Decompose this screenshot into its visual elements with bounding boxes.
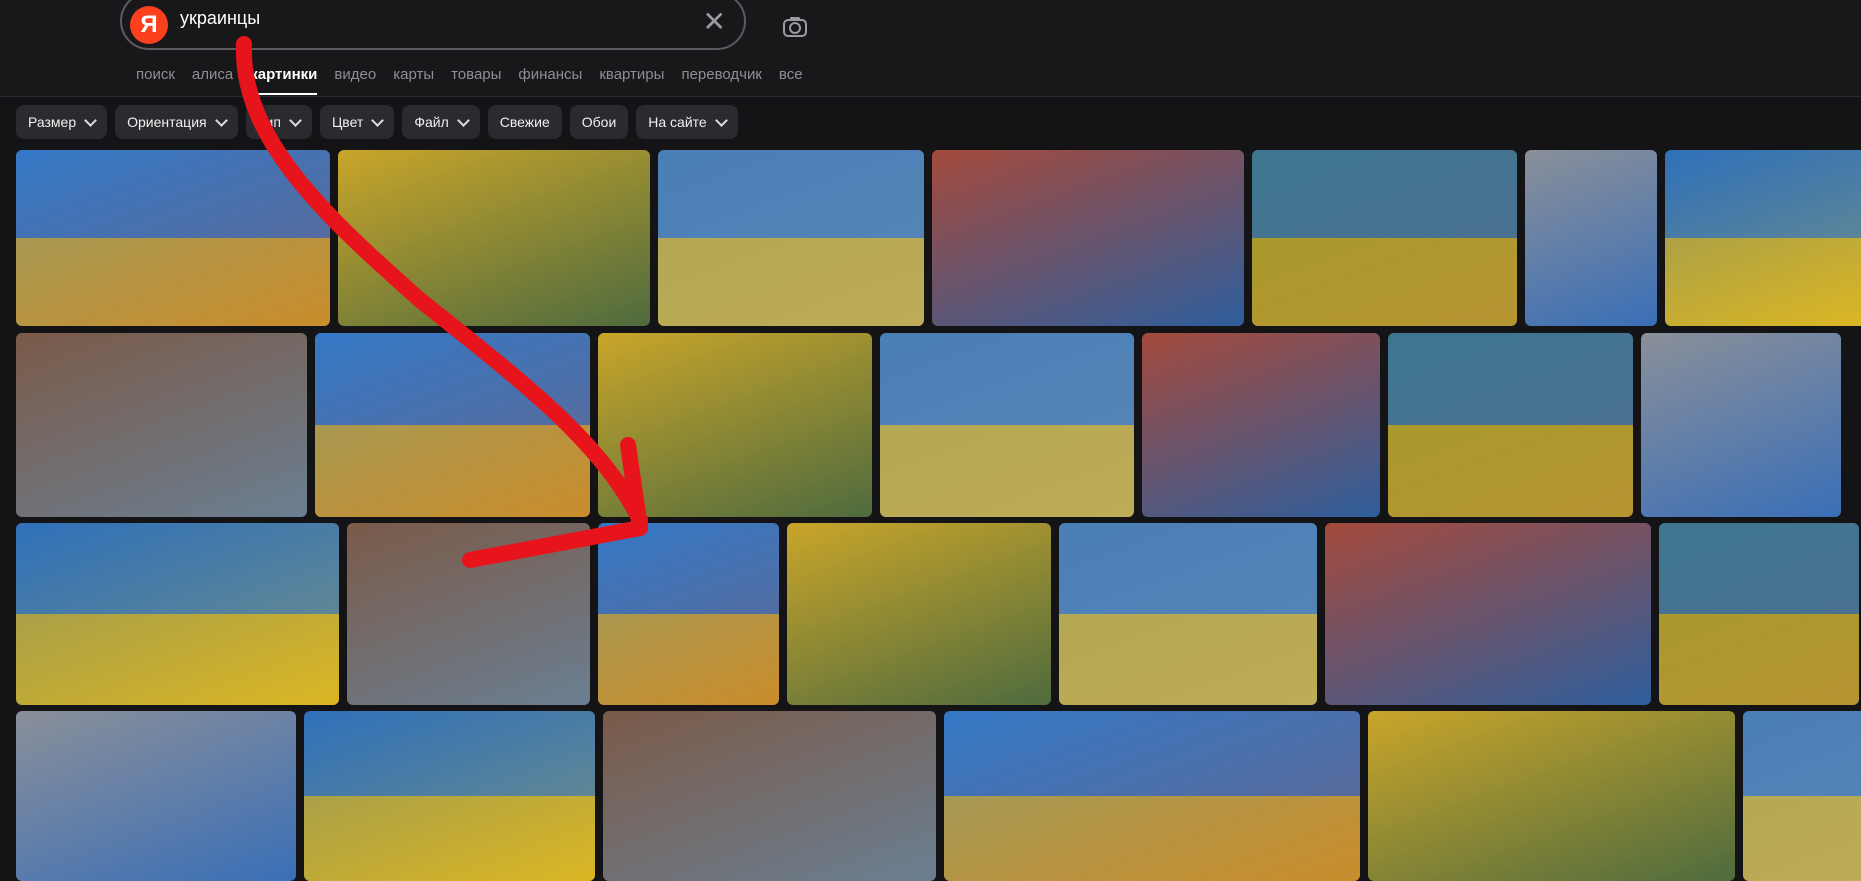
close-icon[interactable]: ✕ bbox=[703, 4, 726, 40]
yandex-logo[interactable]: Я bbox=[130, 6, 168, 44]
image-tile[interactable] bbox=[1665, 150, 1861, 326]
tab-1[interactable]: алиса bbox=[192, 66, 233, 83]
filter-label: Файл bbox=[414, 114, 449, 130]
image-content bbox=[1659, 523, 1859, 614]
image-tile[interactable] bbox=[598, 523, 779, 705]
filter-chip[interactable]: Тип bbox=[245, 105, 312, 139]
image-tile[interactable] bbox=[16, 333, 307, 517]
tab-4[interactable]: карты bbox=[393, 66, 434, 83]
chevron-down-icon bbox=[214, 113, 228, 127]
image-tile[interactable] bbox=[1142, 333, 1380, 517]
image-content bbox=[598, 614, 779, 705]
chevron-down-icon bbox=[456, 113, 470, 127]
image-content bbox=[880, 333, 1134, 425]
chevron-down-icon bbox=[84, 113, 97, 127]
image-tile[interactable] bbox=[1368, 711, 1735, 881]
image-content bbox=[304, 796, 595, 881]
filter-chip[interactable]: Размер bbox=[16, 105, 108, 139]
search-box[interactable]: Я украинцы ✕ bbox=[120, 0, 746, 50]
image-tile[interactable] bbox=[1388, 333, 1633, 517]
image-tile[interactable] bbox=[1325, 523, 1651, 705]
tab-0[interactable]: поиск bbox=[136, 66, 175, 83]
image-content bbox=[1665, 150, 1861, 238]
image-content bbox=[1252, 150, 1517, 238]
image-tile[interactable] bbox=[598, 333, 872, 517]
image-content bbox=[1252, 238, 1517, 326]
filter-label: Тип bbox=[257, 114, 281, 130]
search-input[interactable]: украинцы bbox=[180, 8, 260, 29]
image-tile[interactable] bbox=[338, 150, 650, 326]
filter-chip[interactable]: На сайте bbox=[636, 105, 738, 139]
image-tile[interactable] bbox=[1641, 333, 1841, 517]
image-content bbox=[880, 425, 1134, 517]
image-tile[interactable] bbox=[16, 523, 339, 705]
image-content bbox=[944, 711, 1360, 796]
tab-3[interactable]: видео bbox=[334, 66, 376, 83]
image-content bbox=[16, 614, 339, 705]
image-tile[interactable] bbox=[16, 711, 296, 881]
tab-6[interactable]: финансы bbox=[518, 66, 582, 83]
image-content bbox=[1659, 614, 1859, 705]
image-tile[interactable] bbox=[315, 333, 590, 517]
image-content bbox=[16, 238, 330, 326]
image-content bbox=[944, 796, 1360, 881]
filter-chip[interactable]: Свежие bbox=[487, 105, 562, 139]
chevron-down-icon bbox=[289, 113, 302, 127]
camera-icon[interactable] bbox=[778, 10, 812, 44]
filter-label: Цвет bbox=[331, 114, 364, 130]
filter-label: Размер bbox=[28, 114, 77, 130]
image-tile[interactable] bbox=[304, 711, 595, 881]
image-tile[interactable] bbox=[1525, 150, 1657, 326]
image-tile[interactable] bbox=[1743, 711, 1861, 881]
tab-9[interactable]: все bbox=[779, 66, 803, 83]
filter-label: На сайте bbox=[648, 114, 707, 130]
image-content bbox=[1743, 711, 1861, 796]
tabs-nav: поиск алиса картинки видео карты товары финанс… bbox=[136, 66, 820, 95]
image-content bbox=[598, 523, 779, 614]
image-content bbox=[315, 425, 590, 517]
image-content bbox=[315, 333, 590, 425]
image-tile[interactable] bbox=[880, 333, 1134, 517]
image-tile[interactable] bbox=[932, 150, 1244, 326]
tab-8[interactable]: переводчик bbox=[681, 66, 761, 83]
image-tile[interactable] bbox=[1252, 150, 1517, 326]
image-tile[interactable] bbox=[658, 150, 924, 326]
image-content bbox=[658, 238, 924, 326]
image-content bbox=[1665, 238, 1861, 326]
image-content bbox=[1743, 796, 1861, 881]
filter-label: Обои bbox=[581, 114, 617, 130]
image-tile[interactable] bbox=[1059, 523, 1317, 705]
image-content bbox=[1388, 425, 1633, 517]
image-content bbox=[1059, 614, 1317, 705]
image-tile[interactable] bbox=[347, 523, 590, 705]
image-tile[interactable] bbox=[16, 150, 330, 326]
chevron-down-icon bbox=[714, 113, 728, 127]
image-tile[interactable] bbox=[1659, 523, 1859, 705]
filter-chip[interactable]: Ориентация bbox=[115, 105, 238, 139]
image-content bbox=[658, 150, 924, 238]
image-content bbox=[1388, 333, 1633, 425]
filter-label: Ориентация bbox=[127, 114, 207, 130]
image-content bbox=[1059, 523, 1317, 614]
image-tile[interactable] bbox=[603, 711, 936, 881]
filter-label: Свежие bbox=[499, 114, 550, 130]
tab-7[interactable]: квартиры bbox=[599, 66, 664, 83]
image-tile[interactable] bbox=[787, 523, 1051, 705]
tab-2[interactable]: картинки bbox=[250, 66, 318, 95]
header: Я украинцы ✕ поиск алиса картинки видео карт… bbox=[0, 0, 1861, 97]
image-content bbox=[16, 150, 330, 238]
filter-chip[interactable]: Обои bbox=[569, 105, 629, 139]
filter-bar: Размер Ориентация Тип Цвет Файл Свежие Обои На … bbox=[16, 105, 746, 139]
filter-chip[interactable]: Цвет bbox=[319, 105, 395, 139]
image-content bbox=[304, 711, 595, 796]
tab-5[interactable]: товары bbox=[451, 66, 501, 83]
image-content bbox=[16, 523, 339, 614]
filter-chip[interactable]: Файл bbox=[402, 105, 480, 139]
image-tile[interactable] bbox=[944, 711, 1360, 881]
chevron-down-icon bbox=[371, 113, 385, 127]
